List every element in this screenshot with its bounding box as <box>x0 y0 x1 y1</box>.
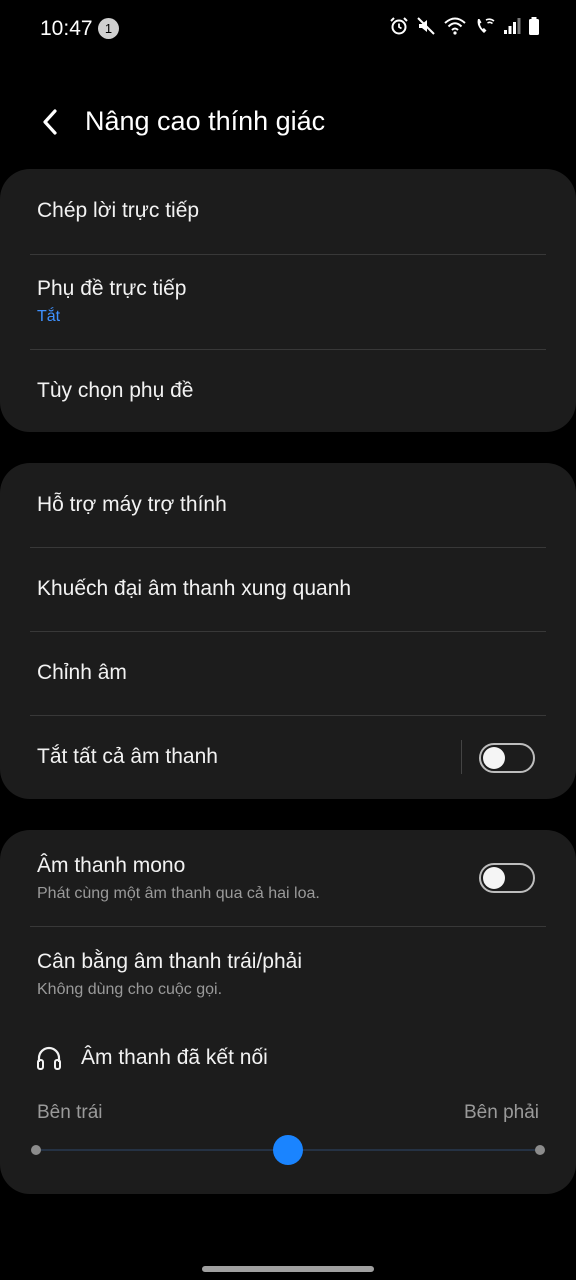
battery-icon <box>529 17 539 35</box>
hearing-aid-item[interactable]: Hỗ trợ máy trợ thính <box>0 463 576 547</box>
hearing-aid-label: Hỗ trợ máy trợ thính <box>37 493 227 516</box>
headphones-icon <box>37 1046 61 1070</box>
connected-audio-row: Âm thanh đã kết nối <box>0 1040 576 1080</box>
wifi-calling-icon <box>477 18 495 33</box>
balance-right-label: Bên phải <box>463 1102 539 1123</box>
wifi-icon <box>444 17 466 35</box>
balance-item[interactable]: Cân bằng âm thanh trái/phải Không dùng c… <box>0 927 576 1017</box>
adapt-sound-label: Chỉnh âm <box>37 661 127 684</box>
home-indicator <box>202 1266 374 1272</box>
mute-all-toggle[interactable] <box>479 743 535 773</box>
chevron-left-icon <box>43 109 57 135</box>
page-title: Nâng cao thính giác <box>85 106 326 136</box>
status-icons <box>389 16 540 36</box>
notification-count-badge: 1 <box>98 18 119 39</box>
balance-label: Cân bằng âm thanh trái/phải <box>37 950 303 973</box>
mono-audio-item[interactable]: Âm thanh mono Phát cùng một âm thanh qua… <box>0 830 576 926</box>
status-time: 10:47 <box>40 17 93 40</box>
balance-description: Không dùng cho cuộc gọi. <box>37 981 223 998</box>
amplify-ambient-label: Khuếch đại âm thanh xung quanh <box>37 577 352 600</box>
card-audio: Âm thanh mono Phát cùng một âm thanh qua… <box>0 830 576 1194</box>
slider-min-dot <box>31 1145 41 1155</box>
mute-all-label: Tắt tất cả âm thanh <box>37 745 218 768</box>
caption-options-item[interactable]: Tùy chọn phụ đề <box>0 350 576 432</box>
mono-audio-toggle[interactable] <box>479 863 535 893</box>
caption-options-label: Tùy chọn phụ đề <box>37 379 194 402</box>
toggle-knob <box>483 867 505 889</box>
live-caption-label: Phụ đề trực tiếp <box>37 277 187 300</box>
alarm-icon <box>390 17 408 35</box>
mute-icon <box>417 17 435 35</box>
mute-all-item[interactable]: Tắt tất cả âm thanh <box>0 716 576 799</box>
vertical-divider <box>461 740 462 774</box>
card-hearing: Hỗ trợ máy trợ thính Khuếch đại âm thanh… <box>0 463 576 799</box>
header: Nâng cao thính giác <box>0 92 576 152</box>
slider-max-dot <box>535 1145 545 1155</box>
mono-audio-description: Phát cùng một âm thanh qua cả hai loa. <box>37 885 320 902</box>
back-button[interactable] <box>30 100 70 144</box>
balance-slider[interactable] <box>0 1130 576 1170</box>
card-captions: Chép lời trực tiếp Phụ đề trực tiếp Tắt … <box>0 169 576 432</box>
slider-thumb[interactable] <box>273 1135 303 1165</box>
live-transcribe-label: Chép lời trực tiếp <box>37 199 200 222</box>
connected-audio-label: Âm thanh đã kết nối <box>81 1046 268 1069</box>
live-caption-item[interactable]: Phụ đề trực tiếp Tắt <box>0 255 576 349</box>
adapt-sound-item[interactable]: Chỉnh âm <box>0 632 576 715</box>
mono-audio-label: Âm thanh mono <box>37 854 186 877</box>
live-transcribe-item[interactable]: Chép lời trực tiếp <box>0 169 576 254</box>
toggle-knob <box>483 747 505 769</box>
status-bar: 10:47 1 <box>0 0 576 58</box>
signal-icon <box>504 18 521 34</box>
balance-left-label: Bên trái <box>37 1102 103 1123</box>
amplify-ambient-item[interactable]: Khuếch đại âm thanh xung quanh <box>0 548 576 631</box>
live-caption-status: Tắt <box>37 308 61 325</box>
